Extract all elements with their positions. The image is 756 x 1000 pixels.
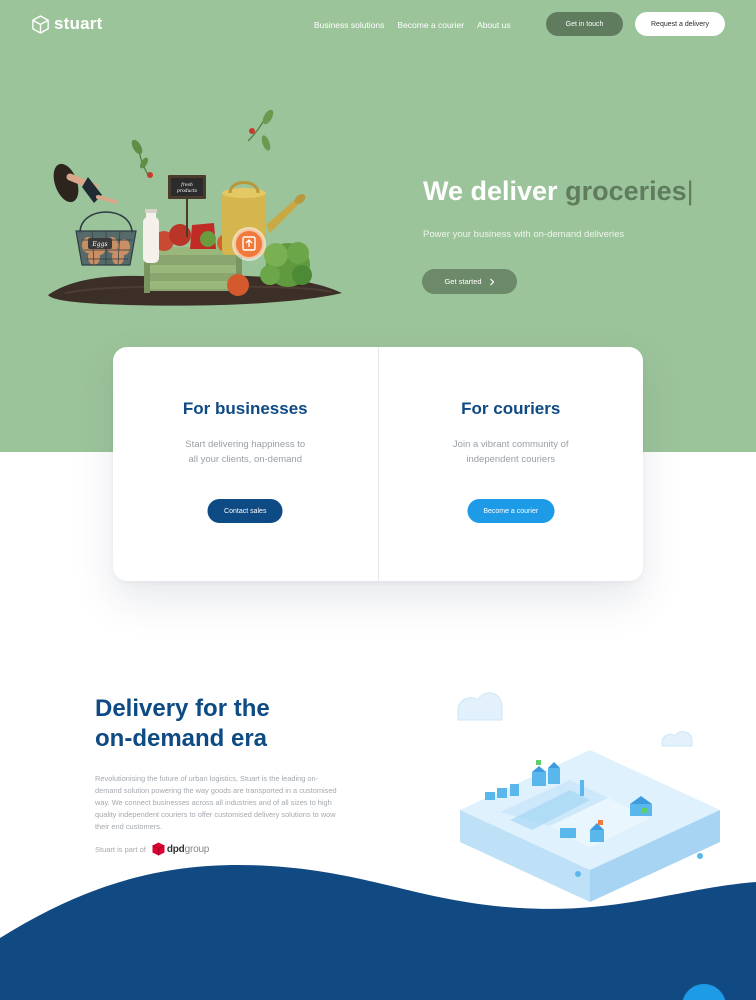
stuart-logo[interactable]: stuart [32, 14, 102, 34]
hero-title: We deliver groceries| [423, 176, 694, 206]
dpd-cube-icon [152, 842, 165, 856]
nav-become-courier[interactable]: Become a courier [397, 20, 464, 30]
audience-cards: For businesses Start delivering happines… [113, 347, 643, 581]
chevron-right-icon [489, 278, 494, 285]
courier-card: For couriers Join a vibrant community of… [377, 347, 644, 581]
typing-cursor: | [686, 176, 694, 206]
parent-company: Stuart is part of dpdgroup [95, 842, 209, 856]
about-title: Delivery for the on-demand era [95, 695, 270, 752]
get-in-touch-button[interactable]: Get in touch [546, 12, 623, 36]
nav-about-us[interactable]: About us [477, 20, 511, 30]
business-card-text: Start delivering happiness to all your cl… [185, 439, 306, 465]
hero-subtitle: Power your business with on-demand deliv… [423, 229, 625, 240]
hero-title-accent: groceries [565, 176, 687, 206]
main-nav: Business solutions Become a courier Abou… [314, 20, 511, 30]
contact-sales-button[interactable]: Contact sales [207, 499, 283, 523]
nav-business-solutions[interactable]: Business solutions [314, 20, 384, 30]
fresh-sign-label-2: products [177, 188, 198, 194]
isometric-city-illustration [457, 692, 720, 902]
fresh-sign-label-1: fresh [180, 182, 193, 188]
get-started-label: Get started [444, 277, 482, 286]
groceries-illustration: Eggs fresh products [48, 109, 342, 306]
dpd-wordmark: dpdgroup [166, 843, 210, 855]
part-of-label: Stuart is part of [95, 844, 146, 854]
request-delivery-button[interactable]: Request a delivery [635, 12, 725, 36]
cube-logo-icon [32, 14, 49, 34]
brand-name: stuart [54, 14, 103, 33]
dpd-group-logo[interactable]: dpdgroup [152, 842, 209, 856]
become-courier-button[interactable]: Become a courier [467, 499, 555, 523]
business-card-title: For businesses [182, 399, 308, 418]
business-card: For businesses Start delivering happines… [113, 347, 378, 581]
courier-card-title: For couriers [461, 399, 561, 418]
courier-card-text: Join a vibrant community of independent c… [452, 439, 569, 465]
about-body: Revolutionising the future of urban logi… [95, 774, 337, 831]
get-started-button[interactable]: Get started [422, 269, 517, 294]
eggs-sign-label: Eggs [91, 241, 107, 248]
